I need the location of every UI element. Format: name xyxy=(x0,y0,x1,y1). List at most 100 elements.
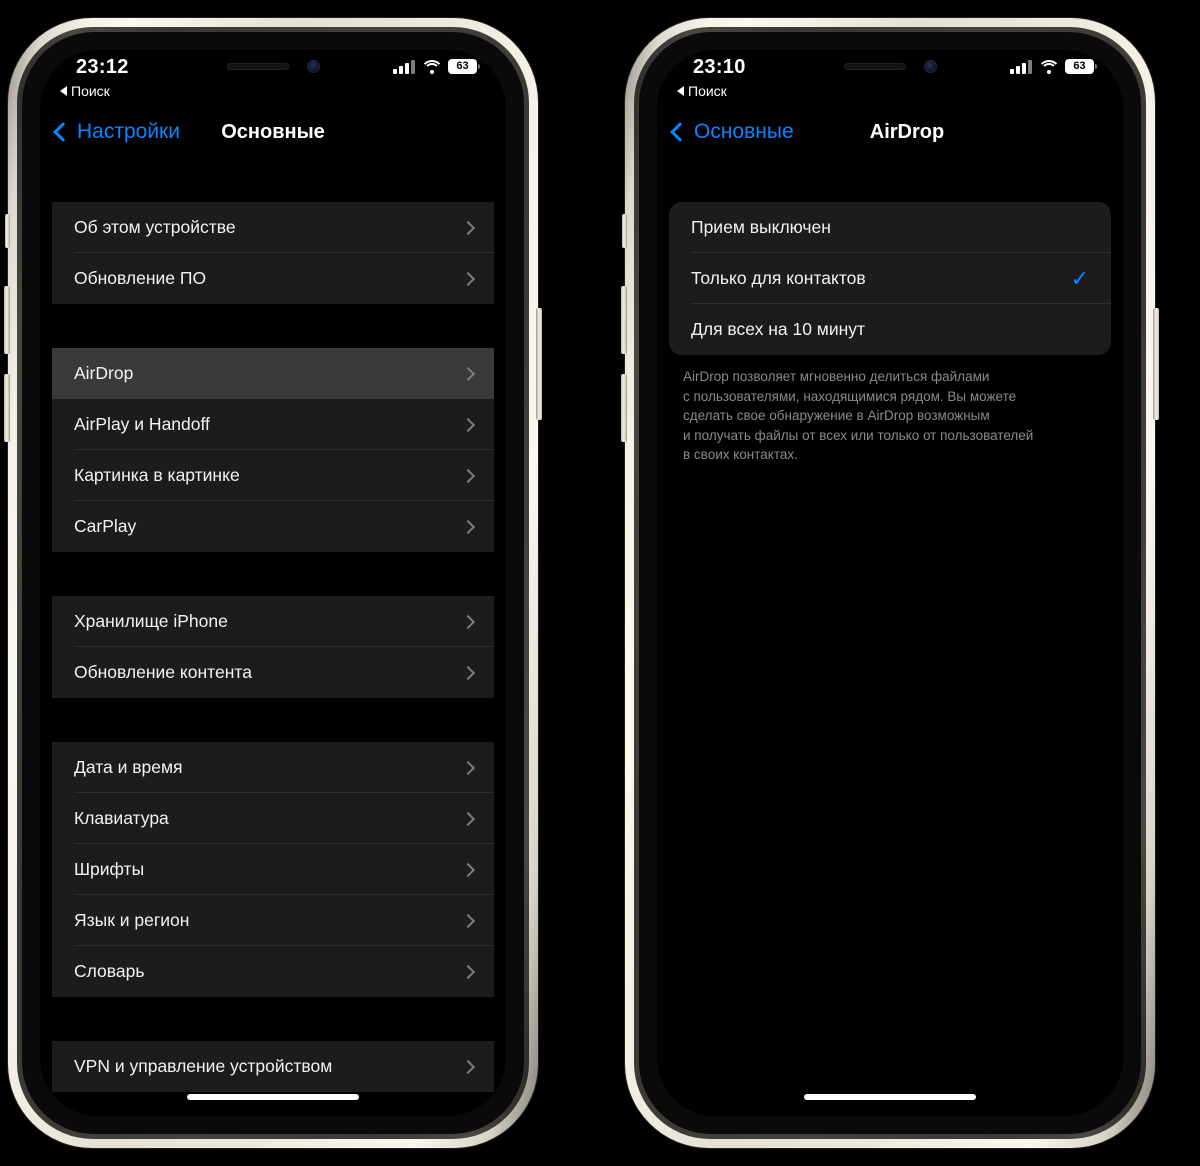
nav-back-button[interactable]: Настройки xyxy=(53,120,180,144)
nav-back-label: Настройки xyxy=(77,120,180,143)
navigation-bar: Настройки Основные xyxy=(40,106,506,158)
chevron-right-icon xyxy=(460,760,476,775)
sidebar-item-iphone-storage[interactable]: Хранилище iPhone xyxy=(52,596,494,647)
sidebar-item-date-time[interactable]: Дата и время xyxy=(52,742,494,793)
sidebar-item-fonts[interactable]: Шрифты xyxy=(52,844,494,895)
chevron-right-icon xyxy=(460,862,476,877)
row-label: AirPlay и Handoff xyxy=(74,414,210,434)
row-label: Обновление ПО xyxy=(74,268,207,288)
sidebar-item-language-region[interactable]: Язык и регион xyxy=(52,895,494,946)
sidebar-item-airplay-handoff[interactable]: AirPlay и Handoff xyxy=(52,399,494,450)
airdrop-description: AirDrop позволяет мгновенно делиться фай… xyxy=(683,369,1034,463)
row-label: CarPlay xyxy=(74,516,137,536)
settings-group-vpn: VPN и управление устройством xyxy=(52,1041,494,1092)
volume-down-button[interactable] xyxy=(621,374,627,442)
sidebar-item-carplay[interactable]: CarPlay xyxy=(52,501,494,552)
option-receiving-off[interactable]: Прием выключен xyxy=(669,202,1111,253)
chevron-right-icon xyxy=(460,417,476,432)
row-label: Язык и регион xyxy=(74,910,190,930)
triangle-left-icon xyxy=(60,86,67,96)
chevron-right-icon xyxy=(460,614,476,629)
option-contacts-only[interactable]: Только для контактов ✓ xyxy=(669,253,1111,304)
notch xyxy=(781,50,999,83)
earpiece-speaker-icon xyxy=(226,63,289,70)
battery-percent: 63 xyxy=(1073,60,1086,72)
row-label: Для всех на 10 минут xyxy=(691,319,866,339)
chevron-right-icon xyxy=(460,811,476,826)
battery-percent: 63 xyxy=(456,60,469,72)
phone-frame-bezel: 23:12 Поиск 63 Настройки Основные Об это… xyxy=(22,32,524,1134)
row-label: VPN и управление устройством xyxy=(74,1056,333,1076)
phone-device-airdrop: 23:10 Поиск 63 Основные AirDrop Прием вы… xyxy=(621,18,1159,1148)
phone-screen-airdrop: 23:10 Поиск 63 Основные AirDrop Прием вы… xyxy=(657,50,1123,1116)
row-label: Дата и время xyxy=(74,757,183,777)
battery-icon: 63 xyxy=(1065,59,1097,74)
volume-up-button[interactable] xyxy=(4,286,10,354)
row-label: Хранилище iPhone xyxy=(74,611,228,631)
mute-switch[interactable] xyxy=(5,214,10,248)
home-indicator[interactable] xyxy=(804,1094,976,1100)
sidebar-item-keyboard[interactable]: Клавиатура xyxy=(52,793,494,844)
status-back-to-app[interactable]: Поиск xyxy=(677,83,727,99)
settings-group-localization: Дата и время Клавиатура Шрифты Язык и ре… xyxy=(52,742,494,997)
power-button[interactable] xyxy=(536,308,542,420)
chevron-left-icon xyxy=(53,122,73,142)
sidebar-item-software-update[interactable]: Обновление ПО xyxy=(52,253,494,304)
sidebar-item-picture-in-picture[interactable]: Картинка в картинке xyxy=(52,450,494,501)
option-everyone-10-minutes[interactable]: Для всех на 10 минут xyxy=(669,304,1111,355)
chevron-right-icon xyxy=(460,665,476,680)
power-button[interactable] xyxy=(1153,308,1159,420)
status-back-label: Поиск xyxy=(71,83,110,99)
volume-up-button[interactable] xyxy=(621,286,627,354)
row-label: Клавиатура xyxy=(74,808,169,828)
status-indicators: 63 xyxy=(393,59,480,74)
nav-back-button[interactable]: Основные xyxy=(670,120,794,144)
row-label: AirDrop xyxy=(74,363,134,383)
status-back-to-app[interactable]: Поиск xyxy=(60,83,110,99)
row-label: Шрифты xyxy=(74,859,145,879)
phone-screen-settings: 23:12 Поиск 63 Настройки Основные Об это… xyxy=(40,50,506,1116)
chevron-right-icon xyxy=(460,964,476,979)
battery-icon: 63 xyxy=(448,59,480,74)
sidebar-item-about-device[interactable]: Об этом устройстве xyxy=(52,202,494,253)
status-time: 23:10 xyxy=(693,56,746,78)
phone-frame-inner: 23:12 Поиск 63 Настройки Основные Об это… xyxy=(17,27,529,1139)
chevron-right-icon xyxy=(460,271,476,286)
cellular-signal-icon xyxy=(393,59,415,74)
chevron-right-icon xyxy=(460,366,476,381)
settings-group-storage: Хранилище iPhone Обновление контента xyxy=(52,596,494,698)
row-label: Только для контактов xyxy=(691,268,866,288)
navigation-bar: Основные AirDrop xyxy=(657,106,1123,158)
phone-frame-inner: 23:10 Поиск 63 Основные AirDrop Прием вы… xyxy=(634,27,1146,1139)
home-indicator[interactable] xyxy=(187,1094,359,1100)
mute-switch[interactable] xyxy=(622,214,627,248)
sidebar-item-airdrop[interactable]: AirDrop xyxy=(52,348,494,399)
notch xyxy=(164,50,382,83)
wifi-icon xyxy=(420,59,443,74)
sidebar-item-vpn-device-management[interactable]: VPN и управление устройством xyxy=(52,1041,494,1092)
phone-device-settings: 23:12 Поиск 63 Настройки Основные Об это… xyxy=(4,18,542,1148)
settings-group-about: Об этом устройстве Обновление ПО xyxy=(52,202,494,304)
chevron-right-icon xyxy=(460,468,476,483)
status-back-label: Поиск xyxy=(688,83,727,99)
chevron-left-icon xyxy=(670,122,690,142)
chevron-right-icon xyxy=(460,519,476,534)
earpiece-speaker-icon xyxy=(843,63,906,70)
phone-frame-bezel: 23:10 Поиск 63 Основные AirDrop Прием вы… xyxy=(639,32,1141,1134)
sidebar-item-dictionary[interactable]: Словарь xyxy=(52,946,494,997)
check-icon: ✓ xyxy=(1070,265,1089,291)
row-label: Прием выключен xyxy=(691,217,831,237)
airdrop-options-group: Прием выключен Только для контактов ✓ Дл… xyxy=(669,202,1111,355)
triangle-left-icon xyxy=(677,86,684,96)
chevron-right-icon xyxy=(460,913,476,928)
row-label: Обновление контента xyxy=(74,662,252,682)
status-time: 23:12 xyxy=(76,56,129,78)
sidebar-item-background-refresh[interactable]: Обновление контента xyxy=(52,647,494,698)
settings-list[interactable]: Об этом устройстве Обновление ПО AirDrop xyxy=(40,158,506,1116)
volume-down-button[interactable] xyxy=(4,374,10,442)
cellular-signal-icon xyxy=(1010,59,1032,74)
airdrop-options-list[interactable]: Прием выключен Только для контактов ✓ Дл… xyxy=(657,158,1123,1116)
row-label: Словарь xyxy=(74,961,145,981)
chevron-right-icon xyxy=(460,1059,476,1074)
status-indicators: 63 xyxy=(1010,59,1097,74)
